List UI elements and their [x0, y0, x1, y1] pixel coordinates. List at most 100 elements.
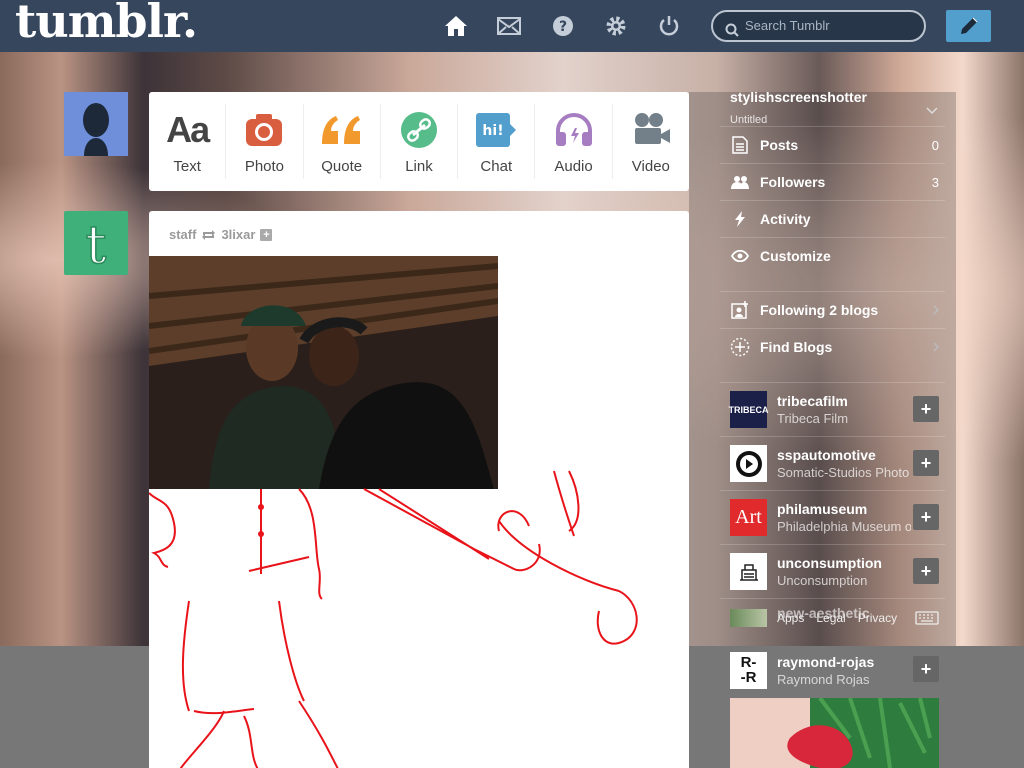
sidebar-item-activity[interactable]: Activity	[720, 200, 945, 237]
compose-video-button[interactable]: Video	[613, 104, 689, 179]
compass-icon	[720, 337, 760, 357]
blog-desc: Raymond Rojas	[777, 671, 870, 687]
svg-text:?: ?	[559, 19, 567, 35]
following-icon	[720, 301, 760, 319]
followers-count: 3	[931, 174, 939, 190]
top-navigation-bar: tumblr. ? Search Tumblr	[0, 0, 1024, 52]
compose-photo-button[interactable]: Photo	[226, 104, 304, 179]
blog-thumb: Art	[730, 499, 767, 536]
search-placeholder: Search Tumblr	[745, 18, 830, 33]
blog-desc: Tribeca Film	[777, 411, 849, 426]
compose-quote-label: Quote	[321, 158, 363, 175]
user-avatar[interactable]	[64, 92, 128, 156]
compose-link-label: Link	[405, 158, 433, 175]
chat-icon: hi!	[475, 108, 517, 152]
blog-name-link[interactable]: stylishscreenshotter	[730, 89, 867, 105]
blog-name: tribecafilm	[777, 393, 848, 409]
quote-icon	[320, 108, 364, 152]
compose-photo-label: Photo	[244, 158, 285, 175]
follow-button[interactable]: +	[913, 656, 939, 682]
svg-text:t: t	[86, 217, 107, 269]
pencil-icon	[960, 17, 977, 34]
compose-quote-button[interactable]: Quote	[304, 104, 381, 179]
apps-link[interactable]: Apps	[777, 611, 804, 625]
keyboard-icon[interactable]	[915, 611, 939, 630]
follow-button[interactable]: +	[913, 396, 939, 422]
recommended-blog[interactable]: sspautomotive Somatic-Studios Photo +	[720, 436, 945, 490]
eye-icon	[720, 250, 760, 262]
tumblr-logo[interactable]: tumblr.	[15, 0, 198, 48]
compose-audio-button[interactable]: Audio	[535, 104, 613, 179]
sidebar-item-label: Activity	[760, 211, 811, 227]
blog-thumb: TRIBECA	[729, 391, 769, 428]
svg-text:hi!: hi!	[483, 123, 504, 139]
reblog-icon	[202, 229, 216, 240]
find-blogs-label: Find Blogs	[760, 339, 833, 355]
blog-name: unconsumption	[777, 555, 882, 571]
blog-thumb: R- -R	[730, 651, 767, 689]
chevron-right-icon	[933, 339, 940, 355]
tumblr-t-icon: t	[85, 217, 108, 269]
red-doodle-drawing	[149, 470, 638, 768]
blog-name: raymond-rojas	[777, 653, 875, 670]
staff-avatar[interactable]: t	[64, 211, 128, 275]
blog-desc: Unconsumption	[777, 573, 868, 588]
compose-link-button[interactable]: Link	[381, 104, 459, 179]
recommended-blog[interactable]: TRIBECA tribecafilm Tribeca Film +	[720, 382, 945, 436]
post-author-link[interactable]: staff	[169, 227, 196, 242]
search-input[interactable]: Search Tumblr	[711, 10, 926, 42]
reblogged-from-link[interactable]: 3lixar	[221, 227, 255, 242]
mail-icon[interactable]	[497, 14, 521, 38]
post-header: staff 3lixar +	[169, 227, 273, 242]
post-composer: Aa Text Photo Quote Link hi! Chat Audio	[149, 92, 689, 191]
follow-plus-icon[interactable]: +	[260, 228, 273, 241]
compose-chat-label: Chat	[480, 158, 513, 175]
recommended-blog[interactable]: unconsumption Unconsumption +	[720, 544, 945, 598]
people-icon	[720, 175, 760, 189]
sidebar-item-label: Posts	[760, 137, 799, 153]
blog-name: sspautomotive	[777, 447, 876, 463]
help-icon[interactable]: ?	[551, 14, 575, 38]
footer-links: Apps Legal Privacy	[777, 611, 897, 625]
search-icon	[725, 19, 739, 47]
sidebar-item-label: Customize	[760, 248, 831, 264]
recommended-post-image[interactable]	[730, 698, 939, 768]
home-icon[interactable]	[444, 14, 468, 38]
chevron-right-icon	[933, 302, 940, 318]
compose-audio-label: Audio	[554, 158, 593, 175]
recommended-blog[interactable]: Art philamuseum Philadelphia Museum of +	[720, 490, 945, 544]
play-wheel-icon	[735, 450, 762, 477]
camera-icon	[245, 108, 283, 152]
follow-button[interactable]: +	[913, 504, 939, 530]
legal-link[interactable]: Legal	[816, 611, 845, 625]
blog-desc: Philadelphia Museum of	[777, 519, 911, 534]
sidebar-item-following[interactable]: Following 2 blogs	[720, 291, 945, 328]
document-icon	[720, 136, 760, 154]
recommended-blog[interactable]: R- -R raymond-rojas Raymond Rojas +	[720, 643, 945, 697]
compose-text-button[interactable]: Aa Text	[149, 104, 227, 179]
blog-thumb	[730, 445, 767, 482]
sidebar-item-customize[interactable]: Customize	[720, 237, 945, 274]
settings-icon[interactable]	[604, 14, 628, 38]
blog-thumb	[730, 553, 767, 590]
video-camera-icon	[631, 108, 671, 152]
follow-button[interactable]: +	[913, 558, 939, 584]
privacy-link[interactable]: Privacy	[858, 611, 897, 625]
blog-title: Untitled	[730, 114, 768, 126]
link-icon	[400, 108, 438, 152]
sidebar-item-find-blogs[interactable]: Find Blogs	[720, 328, 945, 365]
compose-chat-button[interactable]: hi! Chat	[458, 104, 536, 179]
blog-thumb	[730, 608, 767, 627]
chevron-down-icon[interactable]	[926, 102, 938, 120]
headphones-icon	[554, 108, 594, 152]
sidebar-item-posts[interactable]: Posts 0	[720, 126, 945, 163]
blog-desc: Somatic-Studios Photo	[777, 465, 910, 480]
cart-icon	[739, 563, 758, 581]
blog-name: philamuseum	[777, 501, 868, 517]
power-icon[interactable]	[657, 14, 681, 38]
dashboard-post: staff 3lixar +	[149, 211, 689, 768]
compose-text-label: Text	[173, 158, 201, 175]
new-post-button[interactable]	[946, 10, 991, 42]
follow-button[interactable]: +	[913, 450, 939, 476]
sidebar-item-followers[interactable]: Followers 3	[720, 163, 945, 200]
